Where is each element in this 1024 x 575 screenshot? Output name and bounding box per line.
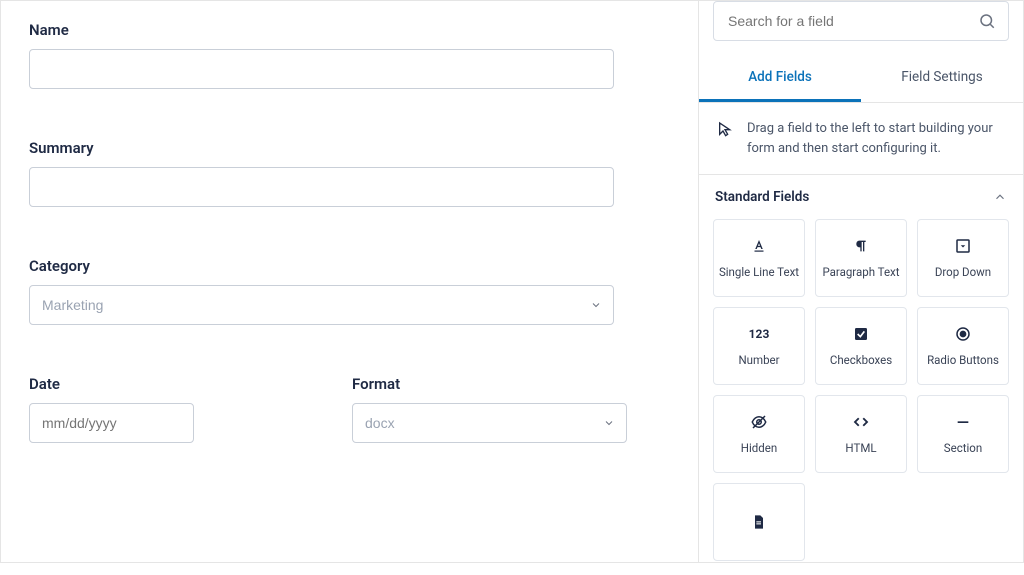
drag-hint: Drag a field to the left to start buildi… <box>699 103 1023 175</box>
tab-field-settings[interactable]: Field Settings <box>861 55 1023 102</box>
tile-checkboxes[interactable]: Checkboxes <box>815 307 907 385</box>
standard-fields-header[interactable]: Standard Fields <box>699 175 1023 215</box>
search-icon <box>978 12 1008 30</box>
tile-section[interactable]: Section <box>917 395 1009 473</box>
tile-hidden[interactable]: Hidden <box>713 395 805 473</box>
hint-text: Drag a field to the left to start buildi… <box>747 119 1005 158</box>
standard-fields-title: Standard Fields <box>715 189 809 205</box>
hidden-icon <box>750 413 768 431</box>
name-input[interactable] <box>29 49 614 89</box>
number-icon: 123 <box>749 325 770 343</box>
tile-number[interactable]: 123 Number <box>713 307 805 385</box>
date-input[interactable] <box>29 403 194 443</box>
name-label: Name <box>29 21 668 39</box>
tab-add-fields[interactable]: Add Fields <box>699 55 861 102</box>
search-input[interactable] <box>714 13 978 29</box>
sidebar: Add Fields Field Settings Drag a field t… <box>698 1 1023 562</box>
cursor-icon <box>717 121 733 137</box>
radio-icon <box>954 325 972 343</box>
tile-dropdown[interactable]: Drop Down <box>917 219 1009 297</box>
checkbox-icon <box>853 325 869 343</box>
app-container: Name Summary Category Marketing Date <box>0 0 1024 563</box>
date-label: Date <box>29 375 194 393</box>
category-label: Category <box>29 257 668 275</box>
tile-page[interactable] <box>713 483 805 561</box>
field-name: Name <box>29 21 668 89</box>
text-icon <box>750 237 768 255</box>
format-select[interactable]: docx <box>352 403 627 443</box>
page-icon <box>751 513 767 531</box>
date-format-row: Date Format docx <box>29 375 668 443</box>
field-format: Format docx <box>352 375 627 443</box>
field-date: Date <box>29 375 194 443</box>
tile-html[interactable]: HTML <box>815 395 907 473</box>
code-icon <box>852 413 870 431</box>
category-select[interactable]: Marketing <box>29 285 614 325</box>
form-canvas: Name Summary Category Marketing Date <box>1 1 698 562</box>
search-container <box>699 1 1023 55</box>
field-category: Category Marketing <box>29 257 668 325</box>
tile-radio-buttons[interactable]: Radio Buttons <box>917 307 1009 385</box>
summary-label: Summary <box>29 139 668 157</box>
summary-input[interactable] <box>29 167 614 207</box>
field-tiles-grid: Single Line Text Paragraph Text Drop Dow… <box>699 215 1023 575</box>
paragraph-icon <box>853 237 869 255</box>
section-icon <box>955 413 971 431</box>
search-box <box>713 1 1009 41</box>
tile-paragraph-text[interactable]: Paragraph Text <box>815 219 907 297</box>
format-label: Format <box>352 375 627 393</box>
tile-single-line-text[interactable]: Single Line Text <box>713 219 805 297</box>
sidebar-tabs: Add Fields Field Settings <box>699 55 1023 103</box>
chevron-up-icon <box>993 190 1007 204</box>
field-summary: Summary <box>29 139 668 207</box>
dropdown-icon <box>954 237 972 255</box>
